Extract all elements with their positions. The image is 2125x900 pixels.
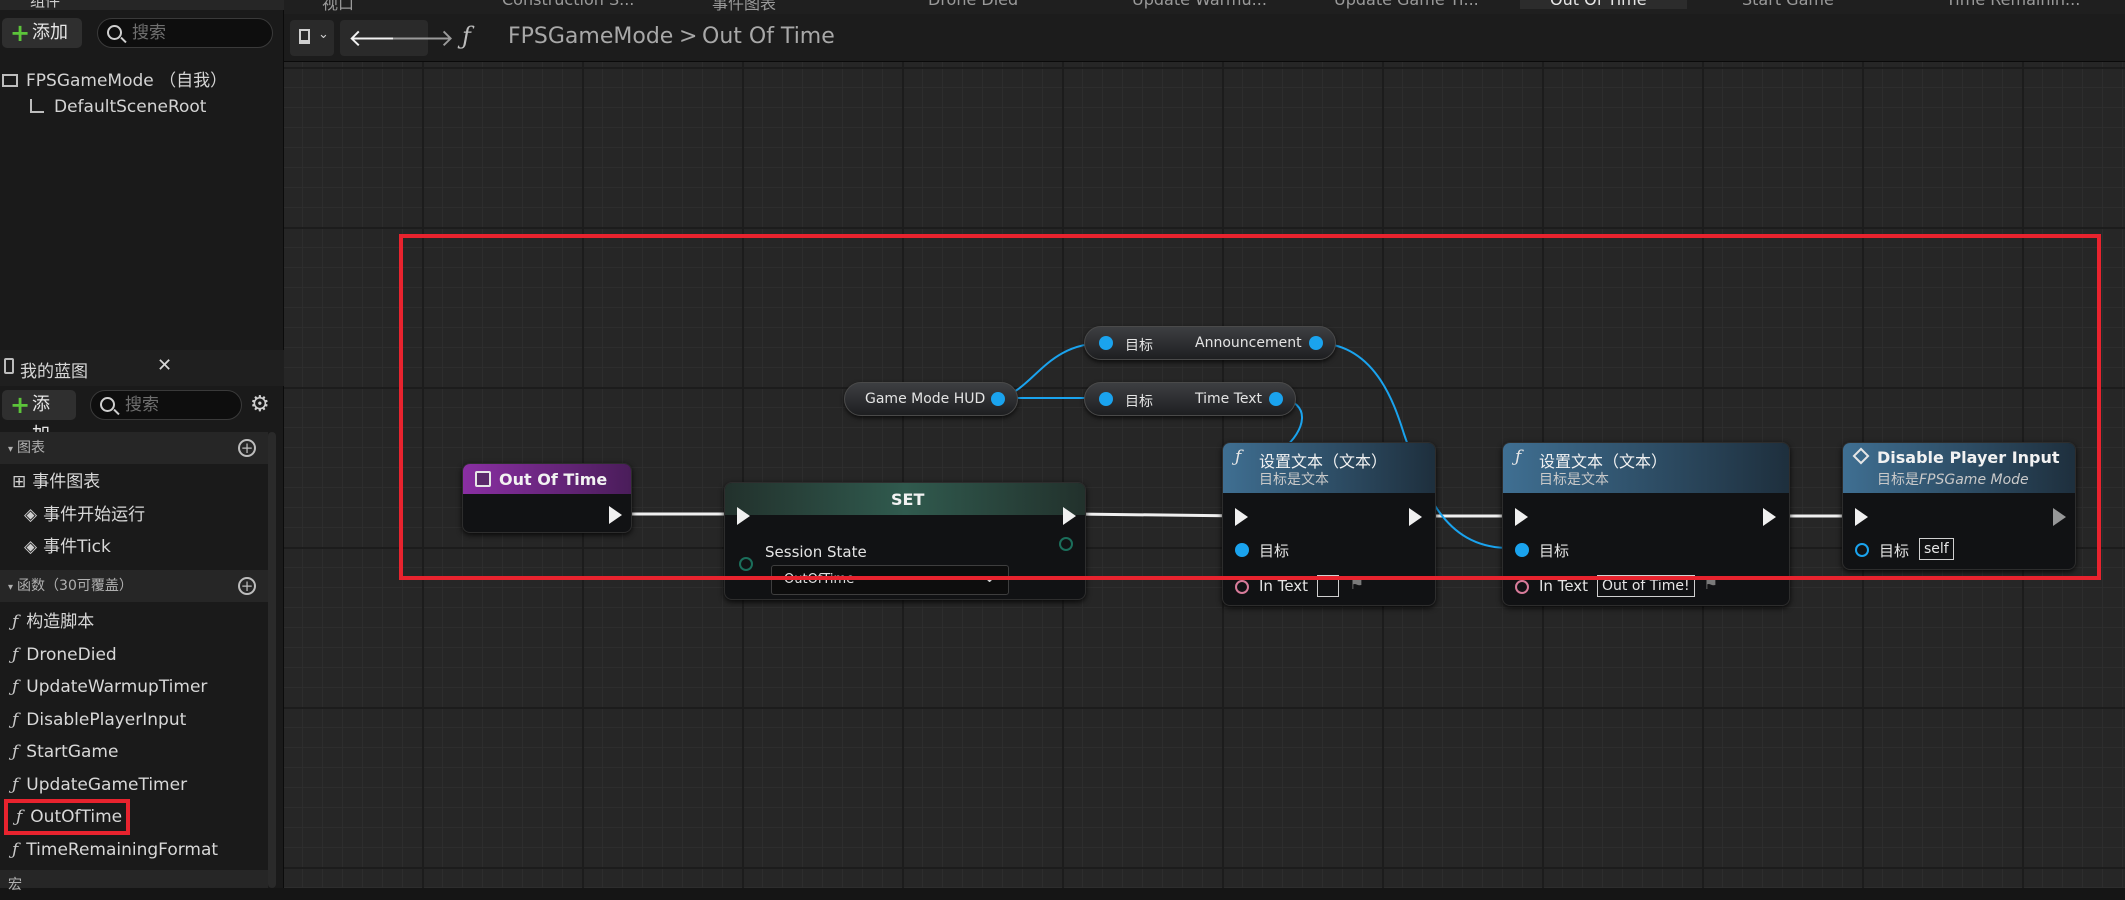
event-icon: ◈ — [24, 537, 38, 557]
tab-event-graph[interactable]: 事件图表 — [712, 0, 776, 14]
function-item-drone-died[interactable]: ƒ DroneDied — [0, 640, 262, 670]
function-icon: ƒ — [12, 645, 19, 665]
section-macros[interactable]: 宏 — [0, 870, 268, 893]
tree-item-root[interactable]: FPSGameMode （自我） — [2, 66, 227, 91]
tree-item-scene-root[interactable]: DefaultSceneRoot — [30, 97, 206, 117]
function-icon: ƒ — [16, 807, 23, 827]
function-item-disable-input[interactable]: ƒ DisablePlayerInput — [0, 705, 262, 735]
tab-strip: 视口 Construction S... 事件图表 Drone Died Upd… — [284, 0, 2125, 14]
plus-icon: + — [10, 391, 31, 419]
section-graphs[interactable]: ▾ 图表 + — [0, 432, 268, 464]
function-item-update-game-timer[interactable]: ƒ UpdateGameTimer — [0, 770, 262, 800]
function-item-construction[interactable]: ƒ 构造脚本 — [0, 607, 262, 637]
function-icon: ƒ — [12, 677, 19, 697]
breadcrumb-root[interactable]: FPSGameMode — [508, 24, 673, 49]
components-add-button[interactable]: + 添加 — [2, 18, 82, 48]
forward-arrow-icon[interactable]: 🡒 — [390, 23, 454, 52]
function-icon: ƒ — [462, 22, 471, 50]
scene-component-icon — [30, 99, 44, 113]
breadcrumb-separator: > — [679, 24, 698, 49]
chevron-down-icon: ⌄ — [318, 27, 329, 42]
tab-viewport[interactable]: 视口 — [322, 0, 354, 14]
text-in-pin[interactable] — [1515, 580, 1529, 594]
tab-out-of-time[interactable]: Out Of Time — [1520, 0, 1687, 9]
graph-item-tick[interactable]: ◈ 事件Tick — [0, 532, 262, 562]
function-item-time-remaining[interactable]: ƒ TimeRemainingFormat — [0, 835, 262, 865]
function-icon: ƒ — [12, 710, 19, 730]
graph-item-begin-play[interactable]: ◈ 事件开始运行 — [0, 500, 262, 530]
nav-buttons: 🡐 🡒 — [340, 20, 454, 56]
close-icon[interactable]: ✕ — [157, 355, 172, 376]
bookmark-icon — [299, 29, 310, 44]
tab-update-game-timer[interactable]: Update Game Ti... — [1334, 0, 1479, 9]
tab-construction[interactable]: Construction S... — [502, 0, 634, 9]
left-panel: 组件 + 添加 搜索 FPSGameMode （自我） DefaultSceneR… — [0, 0, 284, 893]
function-icon: ƒ — [12, 840, 19, 860]
graph-toolbar: ⌄ 🡐 🡒 ƒ FPSGameMode > Out Of Time — [284, 14, 2125, 62]
components-search-input[interactable]: 搜索 — [97, 18, 273, 48]
event-icon: ◈ — [24, 505, 38, 525]
add-function-icon[interactable]: + — [238, 577, 256, 595]
plus-icon: + — [10, 19, 31, 47]
add-graph-icon[interactable]: + — [238, 439, 256, 457]
gear-icon[interactable]: ⚙ — [250, 392, 270, 417]
tab-start-game[interactable]: Start Game — [1742, 0, 1834, 9]
components-header: 组件 — [0, 0, 284, 10]
text-in-pin[interactable] — [1235, 580, 1249, 594]
search-icon — [107, 25, 122, 40]
components-title: 组件 — [30, 0, 61, 10]
graph-item-event-graph[interactable]: ⊞ 事件图表 — [0, 467, 262, 497]
function-icon: ƒ — [12, 612, 19, 632]
function-item-start-game[interactable]: ƒ StartGame — [0, 737, 262, 767]
tab-time-remaining[interactable]: Time Remainin... — [1946, 0, 2080, 9]
section-functions[interactable]: ▾ 函数（30可覆盖） + — [0, 570, 268, 602]
blueprint-header: 我的蓝图 ✕ — [0, 350, 284, 386]
tab-update-warmup[interactable]: Update Warmu... — [1132, 0, 1267, 9]
function-icon: ƒ — [12, 742, 19, 762]
highlight-box — [399, 234, 2101, 580]
graph-icon: ⊞ — [12, 472, 27, 492]
tab-drone-died[interactable]: Drone Died — [928, 0, 1018, 9]
graph-canvas[interactable]: Out Of Time SET Session State OutOfTime … — [284, 62, 2125, 888]
blueprint-title: 我的蓝图 — [20, 362, 88, 382]
actor-icon — [2, 74, 18, 87]
scrollbar[interactable] — [268, 432, 276, 888]
blueprint-icon — [4, 358, 14, 374]
blueprint-search-input[interactable]: 搜索 — [90, 390, 242, 420]
blueprint-add-button[interactable]: +添加 — [2, 390, 76, 445]
bookmark-dropdown[interactable]: ⌄ — [290, 20, 334, 56]
search-icon — [100, 397, 115, 412]
function-item-update-warmup[interactable]: ƒ UpdateWarmupTimer — [0, 672, 262, 702]
function-icon: ƒ — [12, 775, 19, 795]
breadcrumb-current: Out Of Time — [702, 24, 835, 49]
function-item-out-of-time[interactable]: ƒ OutOfTime — [4, 799, 130, 835]
